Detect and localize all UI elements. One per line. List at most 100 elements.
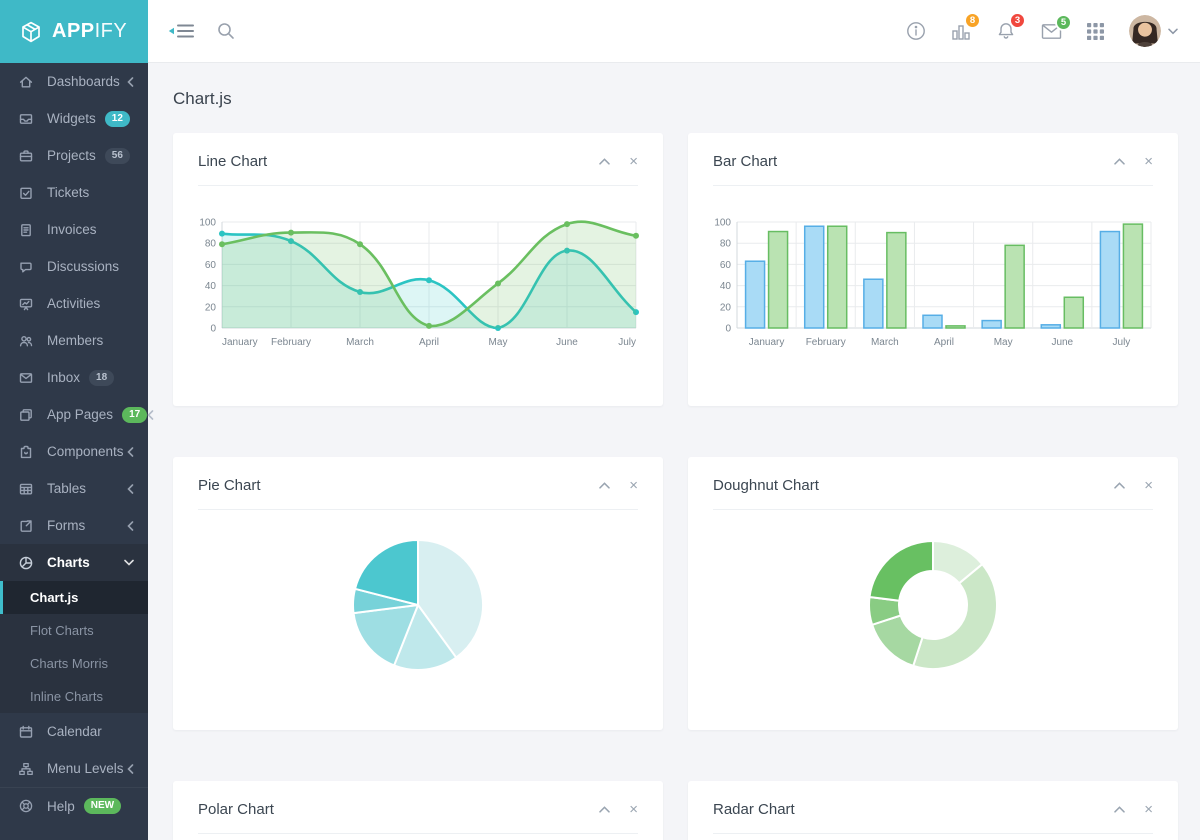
submenu-label: Inline Charts bbox=[30, 689, 103, 704]
home-icon bbox=[18, 74, 34, 90]
topbar: 8 3 5 bbox=[148, 0, 1200, 63]
close-card-icon[interactable]: × bbox=[1144, 802, 1153, 817]
svg-text:100: 100 bbox=[199, 218, 216, 229]
chat-icon bbox=[18, 259, 34, 275]
sidebar-item-inbox[interactable]: Inbox 18 bbox=[0, 359, 148, 396]
check-square-icon bbox=[18, 185, 34, 201]
submenu-item-charts-morris[interactable]: Charts Morris bbox=[0, 647, 148, 680]
collapse-card-icon[interactable] bbox=[599, 806, 610, 813]
brand-logo[interactable]: APPIFY bbox=[0, 0, 148, 63]
svg-text:July: July bbox=[1113, 337, 1131, 348]
brand-name: APPIFY bbox=[52, 20, 127, 43]
presentation-icon bbox=[18, 296, 34, 312]
mail-icon[interactable]: 5 bbox=[1041, 23, 1062, 40]
sidebar-item-label: Discussions bbox=[47, 259, 119, 274]
sidebar-item-help[interactable]: Help NEW bbox=[0, 787, 148, 824]
sidebar-item-tickets[interactable]: Tickets bbox=[0, 174, 148, 211]
svg-text:100: 100 bbox=[714, 218, 731, 229]
card-radar-chart: Radar Chart × bbox=[688, 781, 1178, 840]
svg-text:June: June bbox=[1051, 337, 1073, 348]
sidebar-item-discussions[interactable]: Discussions bbox=[0, 248, 148, 285]
submenu-item-flot-charts[interactable]: Flot Charts bbox=[0, 614, 148, 647]
svg-text:80: 80 bbox=[205, 239, 217, 250]
sidebar-item-menu-levels[interactable]: Menu Levels bbox=[0, 750, 148, 787]
sidebar-item-invoices[interactable]: Invoices bbox=[0, 211, 148, 248]
sidebar-item-widgets[interactable]: Widgets 12 bbox=[0, 100, 148, 137]
submenu-item-chartjs[interactable]: Chart.js bbox=[0, 581, 148, 614]
sidebar-item-activities[interactable]: Activities bbox=[0, 285, 148, 322]
sidebar-item-dashboards[interactable]: Dashboards bbox=[0, 63, 148, 100]
card-title: Radar Chart bbox=[713, 801, 795, 818]
sidebar-item-tables[interactable]: Tables bbox=[0, 470, 148, 507]
charts-submenu: Chart.js Flot Charts Charts Morris Inlin… bbox=[0, 581, 148, 713]
close-card-icon[interactable]: × bbox=[629, 154, 638, 169]
collapse-card-icon[interactable] bbox=[1114, 158, 1125, 165]
card-title: Polar Chart bbox=[198, 801, 274, 818]
sidebar-item-label: Calendar bbox=[47, 724, 102, 739]
search-icon[interactable] bbox=[217, 22, 235, 40]
submenu-label: Charts Morris bbox=[30, 656, 108, 671]
card-pie-chart: Pie Chart × bbox=[173, 457, 663, 730]
apps-grid-icon[interactable] bbox=[1087, 23, 1104, 40]
chevron-left-icon bbox=[127, 521, 134, 531]
card-title: Line Chart bbox=[198, 153, 267, 170]
sidebar-charts-group: Charts Chart.js Flot Charts Charts Morri… bbox=[0, 544, 148, 713]
submenu-item-inline-charts[interactable]: Inline Charts bbox=[0, 680, 148, 713]
sidebar-item-label: Tables bbox=[47, 481, 86, 496]
svg-text:0: 0 bbox=[725, 324, 731, 335]
user-menu[interactable] bbox=[1129, 15, 1178, 47]
widgets-badge: 12 bbox=[105, 111, 130, 127]
envelope-icon bbox=[18, 370, 34, 386]
sidebar-item-label: Dashboards bbox=[47, 74, 120, 89]
close-card-icon[interactable]: × bbox=[1144, 478, 1153, 493]
mail-count-badge: 5 bbox=[1055, 14, 1072, 31]
chevron-left-icon bbox=[127, 764, 134, 774]
sidebar-collapse-button[interactable] bbox=[168, 21, 195, 41]
svg-text:February: February bbox=[271, 337, 311, 348]
collapse-card-icon[interactable] bbox=[599, 482, 610, 489]
sidebar-item-label: Components bbox=[47, 444, 124, 459]
chevron-left-icon bbox=[147, 410, 154, 420]
svg-text:20: 20 bbox=[720, 302, 732, 313]
sidebar-item-label: Forms bbox=[47, 518, 85, 533]
stats-icon[interactable]: 8 bbox=[951, 21, 971, 41]
sidebar-item-calendar[interactable]: Calendar bbox=[0, 713, 148, 750]
close-card-icon[interactable]: × bbox=[629, 802, 638, 817]
bell-icon[interactable]: 3 bbox=[996, 21, 1016, 41]
collapse-card-icon[interactable] bbox=[1114, 806, 1125, 813]
svg-text:February: February bbox=[806, 337, 846, 348]
app-pages-badge: 17 bbox=[122, 407, 147, 423]
chevron-left-icon bbox=[127, 484, 134, 494]
card-title: Doughnut Chart bbox=[713, 477, 819, 494]
close-card-icon[interactable]: × bbox=[1144, 154, 1153, 169]
svg-text:July: July bbox=[618, 337, 636, 348]
sidebar-item-components[interactable]: Components bbox=[0, 433, 148, 470]
document-icon bbox=[18, 222, 34, 238]
sidebar-item-members[interactable]: Members bbox=[0, 322, 148, 359]
stats-count-badge: 8 bbox=[964, 12, 981, 29]
sidebar-item-charts[interactable]: Charts bbox=[0, 544, 148, 581]
sidebar-item-label: Projects bbox=[47, 148, 96, 163]
briefcase-icon bbox=[18, 148, 34, 164]
calendar-icon bbox=[18, 724, 34, 740]
pages-icon bbox=[18, 407, 34, 423]
close-card-icon[interactable]: × bbox=[629, 478, 638, 493]
alerts-count-badge: 3 bbox=[1009, 12, 1026, 29]
form-icon bbox=[18, 518, 34, 534]
sidebar-item-label: Inbox bbox=[47, 370, 80, 385]
card-title: Bar Chart bbox=[713, 153, 777, 170]
sidebar-item-app-pages[interactable]: App Pages 17 bbox=[0, 396, 148, 433]
sidebar-item-label: Activities bbox=[47, 296, 100, 311]
submenu-label: Chart.js bbox=[30, 590, 78, 605]
projects-badge: 56 bbox=[105, 148, 130, 164]
info-icon[interactable] bbox=[906, 21, 926, 41]
sidebar-item-projects[interactable]: Projects 56 bbox=[0, 137, 148, 174]
sidebar-nav: Dashboards Widgets 12 Projects 56 Ticket… bbox=[0, 63, 148, 824]
collapse-card-icon[interactable] bbox=[1114, 482, 1125, 489]
pie-chart-canvas bbox=[173, 510, 663, 674]
sidebar-item-label: Invoices bbox=[47, 222, 97, 237]
sidebar-item-forms[interactable]: Forms bbox=[0, 507, 148, 544]
pie-chart-icon bbox=[18, 555, 34, 571]
collapse-card-icon[interactable] bbox=[599, 158, 610, 165]
svg-text:60: 60 bbox=[720, 260, 732, 271]
